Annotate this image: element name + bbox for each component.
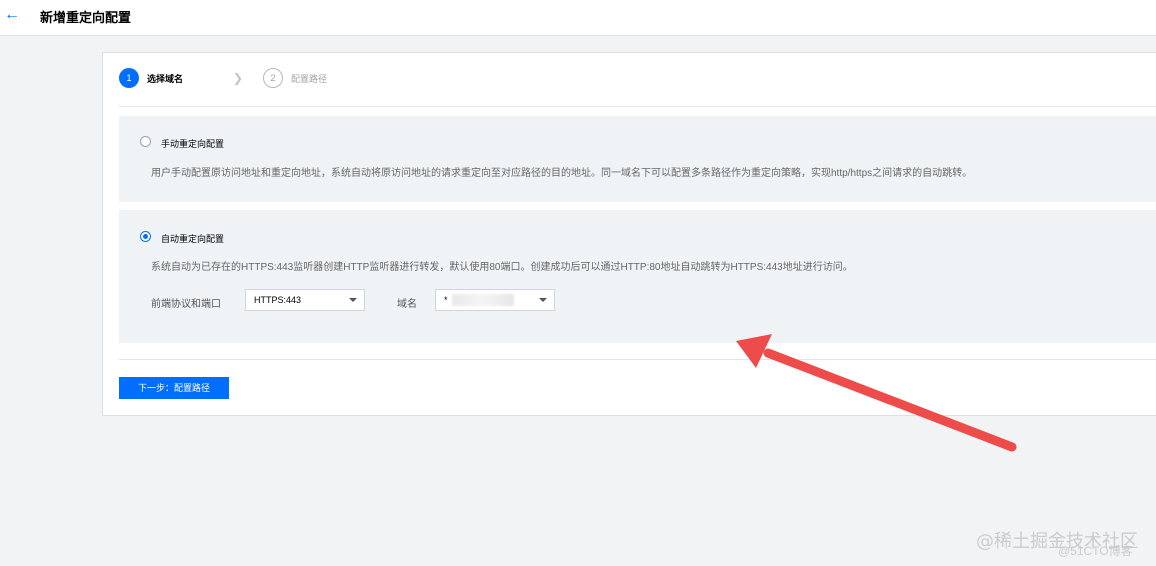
- auto-redirect-title: 自动重定向配置: [161, 234, 225, 244]
- auto-redirect-description: 系统自动为已存在的HTTPS:443监听器创建HTTP监听器进行转发，默认使用8…: [151, 262, 853, 273]
- domain-label: 域名: [397, 299, 417, 310]
- step-2-number: 2: [263, 68, 283, 88]
- protocol-port-value: HTTPS:443: [254, 295, 302, 305]
- protocol-port-label: 前端协议和端口: [151, 299, 221, 310]
- protocol-port-select[interactable]: HTTPS:443: [245, 289, 365, 311]
- manual-redirect-description: 用户手动配置原访问地址和重定向地址，系统自动将原访问地址的请求重定向至对应路径的…: [151, 168, 973, 179]
- domain-select[interactable]: *: [435, 289, 555, 311]
- manual-redirect-radio[interactable]: [140, 136, 151, 147]
- divider: [119, 359, 1156, 360]
- auto-redirect-radio[interactable]: [140, 231, 151, 242]
- domain-value: *: [444, 295, 448, 305]
- manual-redirect-option[interactable]: 手动重定向配置 用户手动配置原访问地址和重定向地址，系统自动将原访问地址的请求重…: [119, 116, 1156, 202]
- config-card: 1 选择域名 ❯ 2 配置路径 手动重定向配置 用户手动配置原访问地址和重定向地…: [102, 52, 1156, 416]
- divider: [119, 106, 1156, 107]
- step-2-label: 配置路径: [291, 74, 328, 84]
- step-1-number: 1: [119, 68, 139, 88]
- chevron-down-icon: [539, 298, 547, 302]
- manual-redirect-title: 手动重定向配置: [161, 139, 225, 149]
- chevron-down-icon: [349, 298, 357, 302]
- watermark-51cto: @51CTO博客: [1058, 544, 1133, 558]
- page-title: 新增重定向配置: [40, 10, 132, 25]
- redacted-mask: [452, 294, 514, 306]
- step-1-label: 选择域名: [147, 74, 184, 84]
- top-bar: ← 新增重定向配置: [0, 0, 1156, 36]
- chevron-right-icon: ❯: [233, 71, 244, 85]
- auto-redirect-option[interactable]: 自动重定向配置 系统自动为已存在的HTTPS:443监听器创建HTTP监听器进行…: [119, 210, 1156, 343]
- next-step-button[interactable]: 下一步：配置路径: [119, 377, 229, 399]
- arrow-left-icon[interactable]: ←: [4, 6, 20, 24]
- stepper: 1 选择域名 ❯ 2 配置路径: [119, 68, 519, 92]
